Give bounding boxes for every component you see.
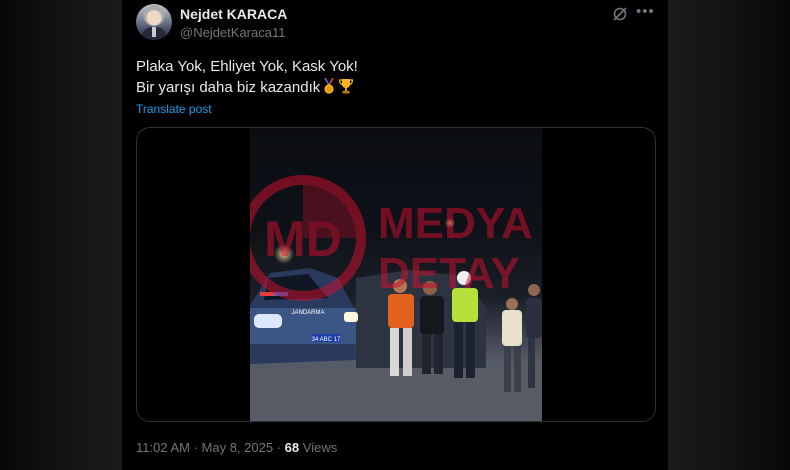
meta-separator: · [276, 440, 285, 455]
vehicle-label: JANDARMA [291, 310, 324, 316]
post-meta: 11:02 AM · May 8, 2025 · 68 Views [136, 440, 337, 455]
post-text-line-1: Plaka Yok, Ehliyet Yok, Kask Yok! [136, 58, 358, 75]
watermark-line-2: DETAY [378, 249, 520, 298]
watermark-line-1: MEDYA [378, 199, 533, 248]
author-name[interactable]: Nejdet KARACA [180, 6, 287, 22]
post-text: Plaka Yok, Ehliyet Yok, Kask Yok! Bir ya… [136, 56, 358, 98]
video-scene: 34 ABC 17 JANDARMA MD MEDYA DETAY [250, 175, 542, 421]
post-text-line-2-text: Bir yarışı daha biz kazandık [136, 79, 321, 96]
post-text-line-2: Bir yarışı daha biz kazandık [136, 77, 358, 98]
avatar[interactable] [136, 4, 172, 40]
license-plate-text: 34 ABC 17 [312, 337, 341, 343]
post-time[interactable]: 11:02 AM [136, 440, 190, 455]
medal-icon [324, 78, 335, 94]
left-background [0, 0, 122, 470]
media-container[interactable]: 34 ABC 17 JANDARMA MD MEDYA DETAY [136, 127, 656, 422]
post-date[interactable]: May 8, 2025 [202, 440, 274, 455]
video-frame[interactable]: 34 ABC 17 JANDARMA MD MEDYA DETAY [250, 128, 542, 421]
more-options-icon[interactable]: ••• [636, 4, 656, 20]
right-background [668, 0, 790, 470]
translate-post-link[interactable]: Translate post [136, 102, 212, 116]
views-label: Views [302, 440, 338, 455]
post-card: Nejdet KARACA @NejdetKaraca11 ••• Plaka … [122, 0, 668, 470]
grok-icon[interactable] [612, 6, 628, 22]
author-handle[interactable]: @NejdetKaraca11 [180, 25, 285, 40]
trophy-icon [339, 79, 354, 94]
meta-separator: · [193, 440, 202, 455]
avatar-tie [152, 27, 156, 37]
view-count: 68 [284, 440, 300, 455]
watermark-logo: MD [264, 211, 342, 267]
